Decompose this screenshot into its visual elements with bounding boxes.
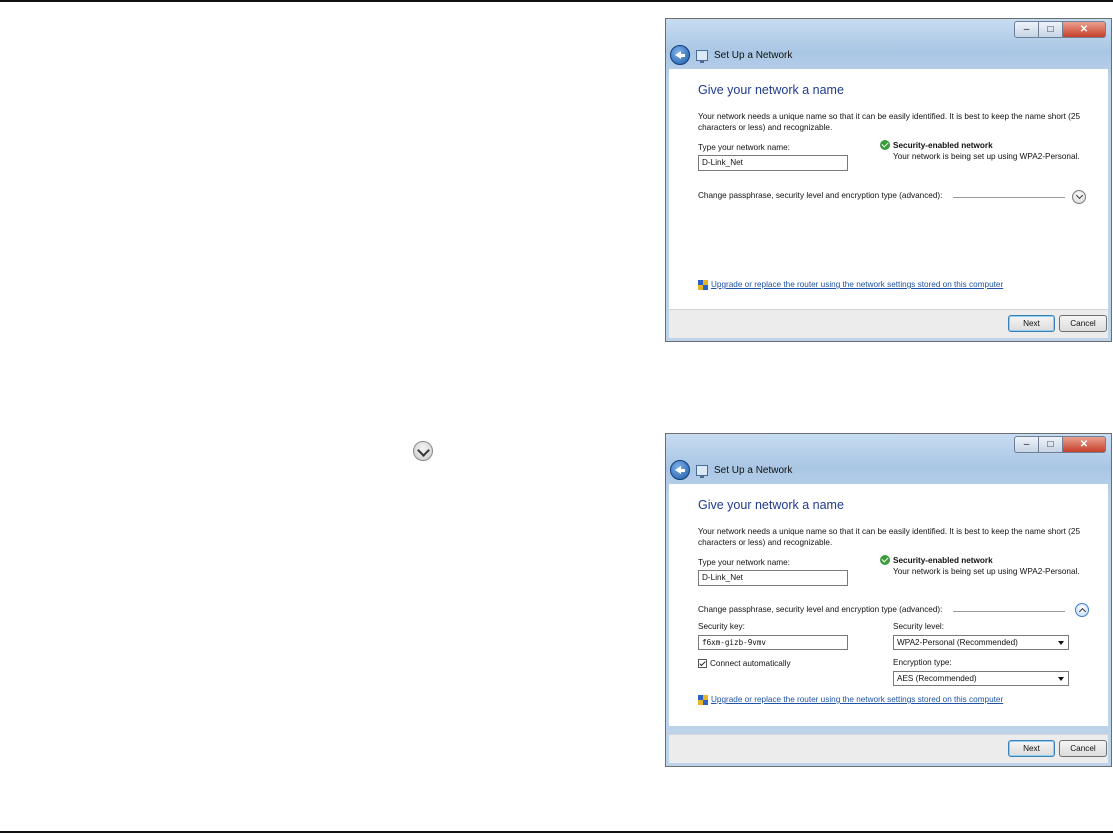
- uac-shield-icon: [698, 695, 708, 706]
- security-description: Your network is being set up using WPA2-…: [893, 152, 1080, 161]
- network-name-label: Type your network name:: [698, 558, 790, 567]
- bottom-rule: [0, 831, 1113, 833]
- encryption-type-select[interactable]: AES (Recommended): [893, 671, 1069, 686]
- chevron-up-icon: [1078, 607, 1086, 616]
- maximize-button[interactable]: □: [1039, 436, 1063, 453]
- security-level-select[interactable]: WPA2-Personal (Recommended): [893, 635, 1069, 650]
- security-level-value: WPA2-Personal (Recommended): [897, 638, 1018, 647]
- advanced-divider: [953, 611, 1065, 612]
- upgrade-router-link[interactable]: Upgrade or replace the router using the …: [711, 695, 1003, 704]
- security-level-label: Security level:: [893, 622, 944, 631]
- advanced-label: Change passphrase, security level and en…: [698, 605, 943, 614]
- expand-chevron-icon: [413, 441, 433, 461]
- chevron-down-icon: [1075, 191, 1083, 200]
- network-name-input[interactable]: D-Link_Net: [698, 570, 848, 586]
- uac-shield-icon: [698, 280, 708, 291]
- next-button[interactable]: Next: [1008, 315, 1055, 332]
- security-shield-icon: [880, 555, 890, 565]
- close-button[interactable]: ✕: [1063, 436, 1106, 453]
- setup-network-window-collapsed: – □ ✕ Set Up a Network Give your network…: [665, 18, 1112, 342]
- wizard-footer: Next Cancel: [669, 309, 1108, 338]
- window-title: Set Up a Network: [714, 49, 793, 61]
- security-key-input[interactable]: f6xm-gizb-9vmv: [698, 635, 848, 650]
- close-button[interactable]: ✕: [1063, 21, 1106, 38]
- security-key-label: Security key:: [698, 622, 745, 631]
- connect-automatically-label: Connect automatically: [710, 659, 791, 668]
- encryption-type-label: Encryption type:: [893, 658, 952, 667]
- security-title: Security-enabled network: [893, 141, 993, 150]
- setup-network-window-expanded: – □ ✕ Set Up a Network Give your network…: [665, 433, 1112, 767]
- window-title: Set Up a Network: [714, 464, 793, 476]
- wizard-content: Give your network a name Your network ne…: [669, 484, 1108, 726]
- upgrade-router-link[interactable]: Upgrade or replace the router using the …: [711, 280, 1003, 289]
- cancel-button[interactable]: Cancel: [1059, 315, 1107, 332]
- back-arrow-icon: [675, 466, 685, 474]
- dropdown-arrow-icon: [1058, 677, 1064, 681]
- security-description: Your network is being set up using WPA2-…: [893, 567, 1080, 576]
- cancel-button[interactable]: Cancel: [1059, 740, 1107, 757]
- top-rule: [0, 0, 1113, 2]
- description-text: Your network needs a unique name so that…: [698, 527, 1081, 547]
- security-shield-icon: [880, 140, 890, 150]
- advanced-divider: [953, 197, 1065, 198]
- window-frame: – □ ✕ Set Up a Network: [666, 19, 1111, 75]
- page-heading: Give your network a name: [698, 83, 844, 97]
- security-title: Security-enabled network: [893, 556, 993, 565]
- network-name-input[interactable]: D-Link_Net: [698, 155, 848, 171]
- page-heading: Give your network a name: [698, 498, 844, 512]
- caption-buttons: – □ ✕: [1014, 436, 1106, 453]
- next-button[interactable]: Next: [1008, 740, 1055, 757]
- description-text: Your network needs a unique name so that…: [698, 112, 1081, 132]
- back-button[interactable]: [670, 460, 690, 480]
- minimize-button[interactable]: –: [1014, 21, 1039, 38]
- connect-automatically-checkbox[interactable]: [698, 659, 707, 668]
- window-frame: – □ ✕ Set Up a Network: [666, 434, 1111, 490]
- advanced-collapse-button[interactable]: [1075, 603, 1089, 617]
- dropdown-arrow-icon: [1058, 641, 1064, 645]
- back-button[interactable]: [670, 45, 690, 65]
- back-arrow-icon: [675, 51, 685, 59]
- wizard-content: Give your network a name Your network ne…: [669, 69, 1108, 311]
- minimize-button[interactable]: –: [1014, 436, 1039, 453]
- network-icon: [696, 49, 708, 63]
- encryption-type-value: AES (Recommended): [897, 674, 977, 683]
- maximize-button[interactable]: □: [1039, 21, 1063, 38]
- network-name-label: Type your network name:: [698, 143, 790, 152]
- network-icon: [696, 464, 708, 478]
- caption-buttons: – □ ✕: [1014, 21, 1106, 38]
- advanced-label: Change passphrase, security level and en…: [698, 191, 943, 200]
- advanced-expand-button[interactable]: [1072, 190, 1086, 204]
- wizard-footer: Next Cancel: [669, 734, 1108, 763]
